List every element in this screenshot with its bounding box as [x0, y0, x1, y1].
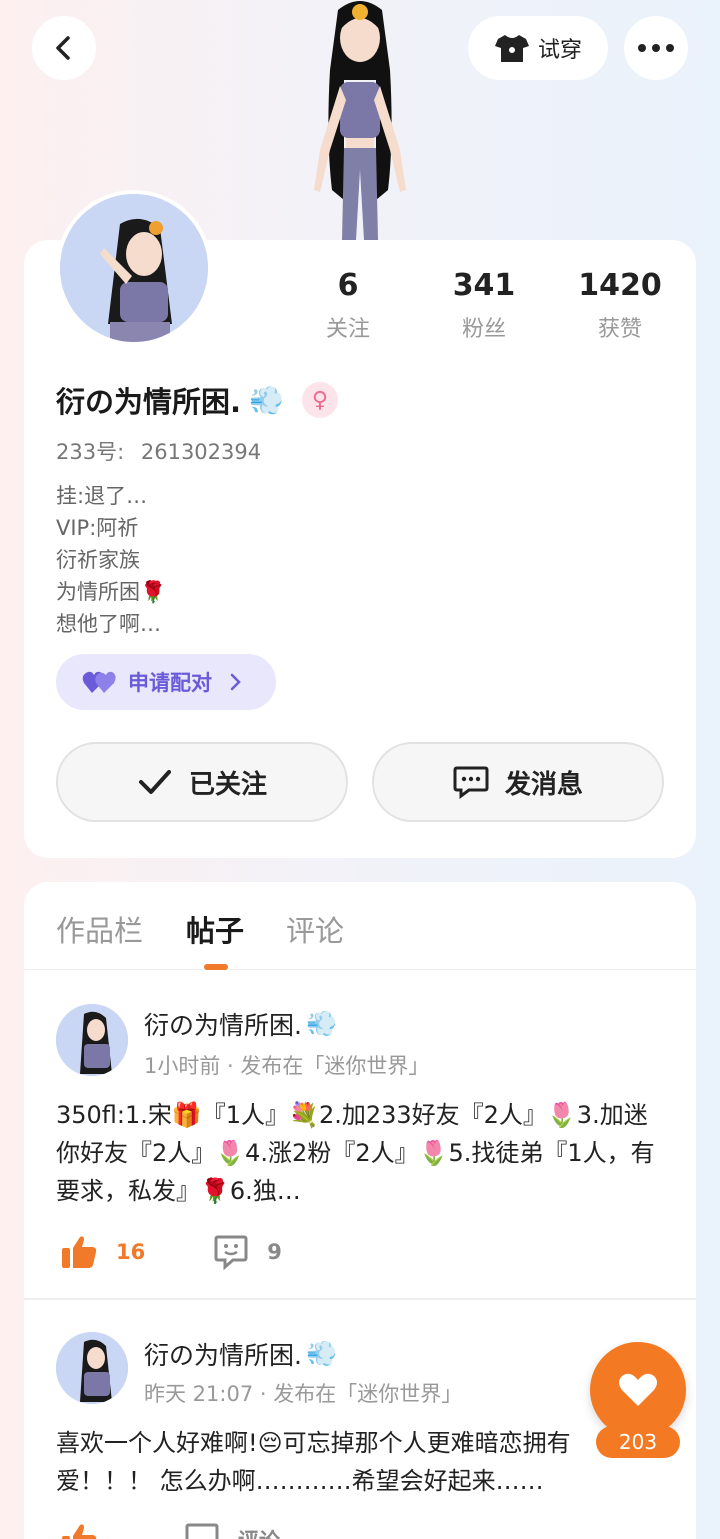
post-actions: 16 9 [60, 1234, 282, 1270]
tab-comments[interactable]: 评论 [286, 908, 344, 950]
chevron-left-icon [56, 36, 70, 60]
stat-fans-value: 341 [452, 268, 516, 303]
uid-value: 261302394 [140, 440, 262, 464]
floating-like-count: 203 [596, 1426, 680, 1458]
tab-works[interactable]: 作品栏 [56, 908, 143, 950]
post-meta: 1小时前 · 发布在「迷你世界」 [144, 1054, 430, 1078]
post-author-avatar[interactable] [56, 1332, 128, 1404]
post-text[interactable]: 喜欢一个人好难啊!😔可忘掉那个人更难暗恋拥有爱！！！ 怎么办啊…………希望会好起… [56, 1424, 666, 1500]
send-message-button[interactable]: 发消息 [372, 742, 664, 822]
post-actions: 评论 [60, 1522, 280, 1539]
more-button[interactable] [624, 16, 688, 80]
avatar-image [60, 194, 208, 342]
dash-emoji: 💨 [305, 1339, 338, 1368]
send-message-label: 发消息 [504, 769, 583, 800]
post-meta: 昨天 21:07 · 发布在「迷你世界」 [144, 1382, 463, 1406]
post-author-avatar[interactable] [56, 1004, 128, 1076]
avatar-image [56, 1332, 128, 1404]
post-item[interactable]: 衍の为情所困. 💨 1小时前 · 发布在「迷你世界」 350fl:1.宋🎁『1人… [24, 970, 696, 1300]
bio-line: 想他了啊… [56, 612, 161, 636]
pair-request-button[interactable]: 申请配对 [56, 654, 276, 710]
stat-fans[interactable]: 341 粉丝 [424, 268, 544, 343]
thumbs-up-icon[interactable] [60, 1234, 98, 1270]
post-author[interactable]: 衍の为情所困. 💨 [144, 1006, 337, 1042]
stat-likes[interactable]: 1420 获赞 [560, 268, 680, 343]
heart-icon [619, 1373, 657, 1406]
profile-stats: 6 关注 341 粉丝 1420 获赞 [300, 268, 680, 348]
back-button[interactable] [32, 16, 96, 80]
stat-fans-label: 粉丝 [461, 317, 506, 342]
chat-bubble-icon [453, 766, 489, 799]
thumbs-up-icon[interactable] [60, 1522, 98, 1539]
avatar-image [56, 1004, 128, 1076]
stat-following[interactable]: 6 关注 [288, 268, 408, 343]
double-heart-icon [82, 671, 116, 693]
post-author[interactable]: 衍の为情所困. 💨 [144, 1336, 337, 1372]
tab-posts[interactable]: 帖子 [186, 908, 244, 950]
stat-following-label: 关注 [325, 317, 370, 342]
chevron-right-icon [230, 673, 241, 691]
comment-label: 评论 [238, 1525, 280, 1539]
bio-line: 挂:退了… [56, 484, 148, 508]
bio-line: 为情所困🌹 [56, 580, 167, 604]
post-text[interactable]: 350fl:1.宋🎁『1人』💐2.加233好友『2人』🌷3.加迷你好友『2人』🌷… [56, 1096, 666, 1210]
followed-label: 已关注 [188, 769, 267, 800]
stat-following-value: 6 [337, 268, 359, 303]
female-icon: ♀ [301, 382, 338, 418]
more-dots-icon [638, 44, 674, 52]
try-on-label: 试穿 [537, 38, 582, 63]
dash-emoji: 💨 [305, 1009, 338, 1038]
floating-like-button[interactable] [590, 1342, 686, 1438]
post-author-name: 衍の为情所困. [144, 1341, 302, 1370]
post-author-name: 衍の为情所困. [144, 1011, 302, 1040]
post-item[interactable]: 衍の为情所困. 💨 昨天 21:07 · 发布在「迷你世界」 喜欢一个人好难啊!… [24, 1300, 696, 1539]
comment-icon[interactable] [213, 1234, 249, 1270]
bio-line: VIP:阿祈 [56, 516, 139, 540]
bio: 挂:退了… VIP:阿祈 衍祈家族 为情所困🌹 想他了啊… [56, 480, 166, 640]
bio-line: 衍祈家族 [56, 548, 140, 572]
checkmark-icon [138, 770, 171, 794]
avatar-3d-figure[interactable] [290, 0, 430, 240]
comment-icon[interactable] [184, 1522, 220, 1539]
dash-emoji: 💨 [249, 383, 284, 417]
content-tabs: 作品栏 帖子 评论 [24, 882, 696, 970]
uid-label: 233号: [56, 440, 125, 464]
nickname: 衍の为情所困. [56, 385, 242, 419]
like-count: 16 [116, 1240, 146, 1264]
comment-count: 9 [267, 1240, 282, 1264]
followed-button[interactable]: 已关注 [56, 742, 348, 822]
try-on-button[interactable]: 试穿 [468, 16, 608, 80]
tshirt-icon [494, 35, 529, 62]
pair-request-label: 申请配对 [128, 671, 212, 695]
stat-likes-label: 获赞 [597, 317, 642, 342]
profile-avatar[interactable] [56, 190, 212, 346]
stat-likes-value: 1420 [578, 268, 662, 303]
uid-row: 233号: 261302394 [56, 436, 261, 466]
nickname-row: 衍の为情所困. 💨 ♀ [56, 378, 338, 422]
